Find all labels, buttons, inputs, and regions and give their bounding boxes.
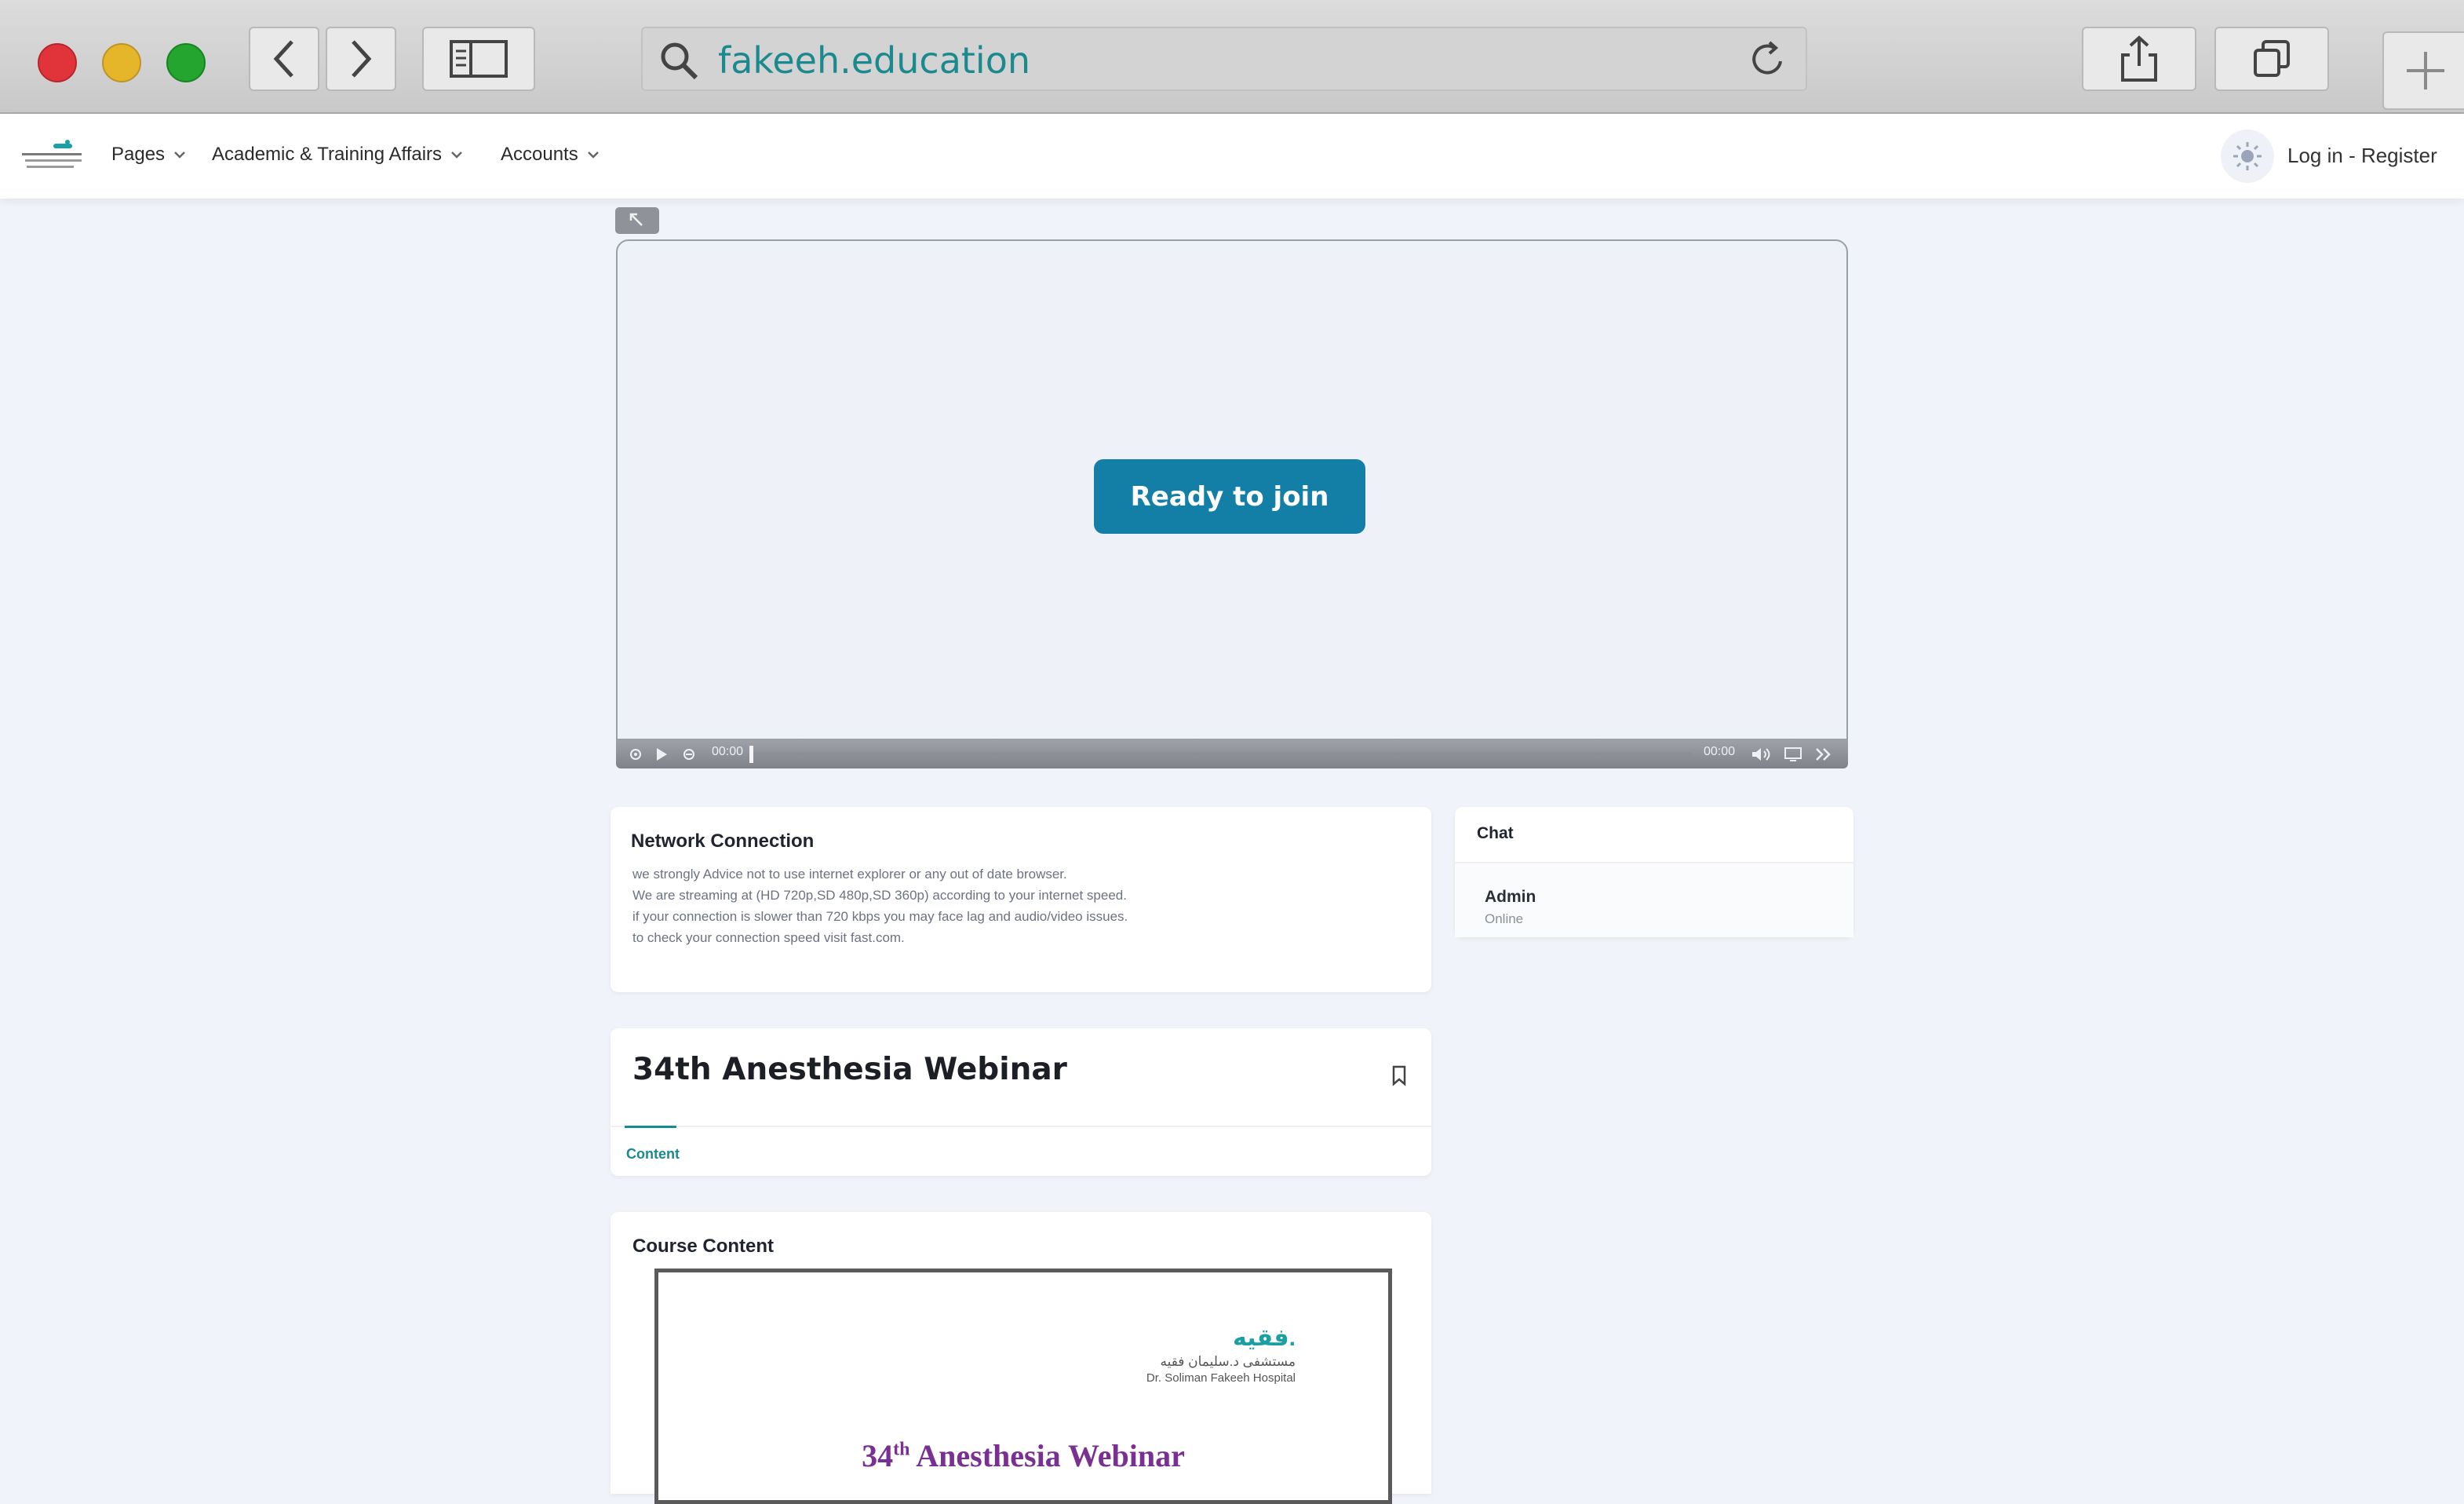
tabs-divider — [611, 1126, 1431, 1127]
search-icon — [661, 42, 698, 80]
fakeeh-logo[interactable] — [17, 134, 82, 178]
ready-to-join-button[interactable]: Ready to join — [1094, 459, 1365, 534]
chevron-down-icon — [174, 151, 185, 159]
maximize-window-button[interactable] — [166, 43, 206, 82]
share-button[interactable] — [2082, 27, 2196, 91]
hospital-name-english: Dr. Soliman Fakeeh Hospital — [1146, 1371, 1296, 1385]
chat-user-name: Admin — [1485, 888, 1536, 906]
progress-handle[interactable] — [749, 746, 753, 763]
theme-toggle-button[interactable] — [2221, 130, 2274, 183]
nav-academic-training-affairs[interactable]: Academic & Training Affairs — [212, 144, 464, 166]
total-time: 00:00 — [1704, 745, 1736, 758]
webinar-header-card: 34th Anesthesia Webinar Content — [611, 1028, 1431, 1176]
document-title-text: Anesthesia Webinar — [909, 1438, 1185, 1473]
back-button[interactable] — [249, 27, 319, 91]
course-content-title: Course Content — [632, 1236, 774, 1257]
site-navbar: Pages Academic & Training Affairs Accoun… — [0, 114, 2464, 199]
play-icon[interactable] — [655, 747, 668, 761]
nav-accounts-label: Accounts — [501, 144, 578, 165]
tabs-overview-button[interactable] — [2214, 27, 2329, 91]
network-connection-card: Network Connection we strongly Advice no… — [611, 807, 1431, 992]
chevron-down-icon — [451, 151, 462, 159]
bookmark-icon[interactable] — [1391, 1064, 1408, 1086]
current-time: 00:00 — [712, 745, 744, 758]
chat-user-row[interactable]: Admin Online — [1455, 863, 1853, 937]
document-title-suffix: th — [893, 1439, 910, 1460]
chat-title: Chat — [1477, 824, 1514, 842]
nav-academic-label: Academic & Training Affairs — [212, 144, 443, 165]
expand-player-button[interactable] — [615, 207, 659, 234]
plus-icon — [2407, 52, 2444, 89]
screen-share-icon[interactable] — [1784, 747, 1802, 762]
sun-icon — [2233, 142, 2262, 170]
tab-indicator — [625, 1126, 676, 1128]
chevron-left-icon — [273, 40, 293, 78]
close-window-button[interactable] — [38, 43, 77, 82]
minimize-window-button[interactable] — [102, 43, 141, 82]
expand-icon — [629, 213, 643, 226]
reload-icon[interactable] — [1746, 38, 1790, 82]
network-info-line: to check your connection speed visit fas… — [632, 930, 905, 945]
sidebar-toggle-button[interactable] — [422, 27, 535, 91]
chat-user-status: Online — [1485, 911, 1524, 926]
chat-panel: Chat Admin Online — [1455, 807, 1853, 937]
url-text: fakeeh.education — [718, 39, 1031, 82]
volume-icon[interactable] — [1751, 747, 1771, 762]
network-info-line: we strongly Advice not to use internet e… — [632, 867, 1067, 882]
forward-button[interactable] — [326, 27, 396, 91]
browser-toolbar: fakeeh.education — [0, 0, 2464, 114]
hospital-name-arabic: مستشفى د.سليمان فقيه — [1160, 1354, 1296, 1369]
network-connection-title: Network Connection — [631, 830, 815, 852]
nav-accounts[interactable]: Accounts — [501, 144, 600, 166]
nav-pages[interactable]: Pages — [111, 144, 187, 166]
address-bar[interactable]: fakeeh.education — [641, 27, 1807, 91]
webinar-title: 34th Anesthesia Webinar — [632, 1052, 1067, 1087]
double-chevron-right-icon[interactable] — [1814, 747, 1833, 762]
login-register-link[interactable]: Log in - Register — [2287, 144, 2437, 168]
document-title: 34th Anesthesia Webinar — [658, 1437, 1388, 1474]
hospital-logo-text: فقيه. — [1232, 1325, 1296, 1351]
progress-bar[interactable] — [749, 746, 1693, 763]
network-info-line: if your connection is slower than 720 kb… — [632, 909, 1128, 924]
captions-icon[interactable] — [682, 747, 696, 761]
player-controls: 00:00 00:00 — [616, 740, 1848, 768]
settings-icon[interactable] — [629, 747, 643, 761]
network-info-line: We are streaming at (HD 720p,SD 480p,SD … — [632, 888, 1127, 903]
nav-pages-label: Pages — [111, 144, 166, 165]
course-document-preview[interactable]: فقيه. مستشفى د.سليمان فقيه Dr. Soliman F… — [654, 1269, 1392, 1504]
chevron-right-icon — [352, 40, 372, 78]
new-tab-button[interactable] — [2382, 31, 2464, 110]
tabs-icon — [2254, 40, 2290, 77]
sidebar-icon — [450, 40, 508, 78]
chevron-down-icon — [587, 151, 599, 159]
share-icon — [2121, 35, 2157, 82]
document-title-number: 34 — [862, 1438, 894, 1473]
tab-content[interactable]: Content — [626, 1146, 680, 1163]
